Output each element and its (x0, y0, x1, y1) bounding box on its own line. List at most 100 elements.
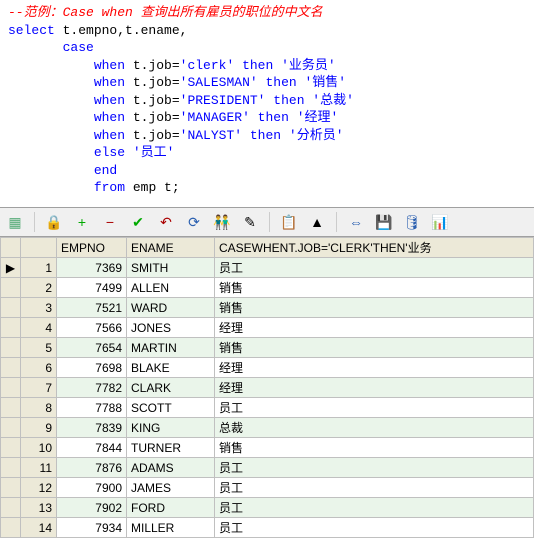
row-marker (1, 298, 21, 318)
add-row-icon[interactable]: + (73, 213, 91, 231)
cell-empno[interactable]: 7369 (57, 258, 127, 278)
lock-icon[interactable]: 🔒 (45, 213, 63, 231)
col-ename[interactable]: ENAME (127, 238, 215, 258)
cell-ename[interactable]: WARD (127, 298, 215, 318)
save-icon[interactable]: 💾 (375, 213, 393, 231)
cell-empno[interactable]: 7876 (57, 458, 127, 478)
cell-role[interactable]: 员工 (215, 458, 534, 478)
grid-options-icon[interactable]: ▦ (6, 213, 24, 231)
table-row[interactable]: 27499ALLEN销售 (1, 278, 534, 298)
cell-role[interactable]: 员工 (215, 398, 534, 418)
delete-row-icon[interactable]: − (101, 213, 119, 231)
cell-empno[interactable]: 7499 (57, 278, 127, 298)
refresh-icon[interactable]: ⟳ (185, 213, 203, 231)
cell-ename[interactable]: TURNER (127, 438, 215, 458)
kw-case: case (63, 40, 94, 55)
cell-ename[interactable]: ALLEN (127, 278, 215, 298)
toolbar-sep (336, 212, 337, 232)
col-empno[interactable]: EMPNO (57, 238, 127, 258)
table-row[interactable]: 117876ADAMS员工 (1, 458, 534, 478)
cell-role[interactable]: 员工 (215, 478, 534, 498)
cell-empno[interactable]: 7839 (57, 418, 127, 438)
cell-ename[interactable]: MARTIN (127, 338, 215, 358)
cell-empno[interactable]: 7844 (57, 438, 127, 458)
cell-role[interactable]: 员工 (215, 258, 534, 278)
cell-role[interactable]: 销售 (215, 278, 534, 298)
col-case[interactable]: CASEWHENT.JOB='CLERK'THEN'业务 (215, 238, 534, 258)
cell-role[interactable]: 总裁 (215, 418, 534, 438)
cell-ename[interactable]: KING (127, 418, 215, 438)
cell-ename[interactable]: MILLER (127, 518, 215, 538)
table-row[interactable]: 107844TURNER销售 (1, 438, 534, 458)
cell-ename[interactable]: JAMES (127, 478, 215, 498)
cell-ename[interactable]: FORD (127, 498, 215, 518)
row-number: 7 (21, 378, 57, 398)
row-number: 12 (21, 478, 57, 498)
row-number: 9 (21, 418, 57, 438)
cell-ename[interactable]: SMITH (127, 258, 215, 278)
cell-empno[interactable]: 7654 (57, 338, 127, 358)
row-marker (1, 378, 21, 398)
link-icon[interactable]: ⇔ (347, 213, 365, 231)
cell-role[interactable]: 销售 (215, 438, 534, 458)
table-row[interactable]: 137902FORD员工 (1, 498, 534, 518)
results-toolbar: ▦ 🔒 + − ✔ ↶ ⟳ 👬 ✎ 📋 ▲ ⇔ 💾 🛢 📊 (0, 207, 534, 237)
cell-ename[interactable]: SCOTT (127, 398, 215, 418)
row-marker: ▶ (1, 258, 21, 278)
cell-empno[interactable]: 7698 (57, 358, 127, 378)
cell-ename[interactable]: ADAMS (127, 458, 215, 478)
row-marker-header (1, 238, 21, 258)
cell-role[interactable]: 经理 (215, 318, 534, 338)
cell-role[interactable]: 员工 (215, 498, 534, 518)
copy-col-icon[interactable]: ✎ (241, 213, 259, 231)
paste-icon[interactable]: 📋 (280, 213, 298, 231)
row-marker (1, 498, 21, 518)
row-marker (1, 358, 21, 378)
table-row[interactable]: 77782CLARK经理 (1, 378, 534, 398)
cell-role[interactable]: 员工 (215, 518, 534, 538)
rollback-icon[interactable]: ↶ (157, 213, 175, 231)
table-row[interactable]: 127900JAMES员工 (1, 478, 534, 498)
cell-role[interactable]: 经理 (215, 378, 534, 398)
row-marker (1, 338, 21, 358)
row-number: 6 (21, 358, 57, 378)
table-row[interactable]: 47566JONES经理 (1, 318, 534, 338)
table-row[interactable]: ▶17369SMITH员工 (1, 258, 534, 278)
cell-empno[interactable]: 7900 (57, 478, 127, 498)
sql-editor[interactable]: --范例：Case when 查询出所有雇员的职位的中文名 select t.e… (0, 0, 534, 207)
find-icon[interactable]: 👬 (213, 213, 231, 231)
cell-empno[interactable]: 7788 (57, 398, 127, 418)
cell-role[interactable]: 销售 (215, 298, 534, 318)
cell-empno[interactable]: 7902 (57, 498, 127, 518)
row-marker (1, 398, 21, 418)
cell-empno[interactable]: 7782 (57, 378, 127, 398)
sql-comment: --范例：Case when 查询出所有雇员的职位的中文名 (8, 5, 323, 20)
export-icon[interactable]: 🛢 (403, 213, 421, 231)
commit-icon[interactable]: ✔ (129, 213, 147, 231)
table-row[interactable]: 87788SCOTT员工 (1, 398, 534, 418)
row-number: 2 (21, 278, 57, 298)
cell-role[interactable]: 销售 (215, 338, 534, 358)
cell-ename[interactable]: CLARK (127, 378, 215, 398)
chart-icon[interactable]: 📊 (431, 213, 449, 231)
filter-icon[interactable]: ▲ (308, 213, 326, 231)
cell-empno[interactable]: 7521 (57, 298, 127, 318)
kw-end: end (94, 163, 117, 178)
cell-ename[interactable]: BLAKE (127, 358, 215, 378)
table-row[interactable]: 37521WARD销售 (1, 298, 534, 318)
row-marker (1, 438, 21, 458)
grid-header-row: EMPNO ENAME CASEWHENT.JOB='CLERK'THEN'业务 (1, 238, 534, 258)
row-number: 10 (21, 438, 57, 458)
table-row[interactable]: 147934MILLER员工 (1, 518, 534, 538)
cell-role[interactable]: 经理 (215, 358, 534, 378)
cell-empno[interactable]: 7566 (57, 318, 127, 338)
results-grid[interactable]: EMPNO ENAME CASEWHENT.JOB='CLERK'THEN'业务… (0, 237, 534, 538)
row-marker (1, 278, 21, 298)
row-number: 1 (21, 258, 57, 278)
table-row[interactable]: 67698BLAKE经理 (1, 358, 534, 378)
cell-empno[interactable]: 7934 (57, 518, 127, 538)
cell-ename[interactable]: JONES (127, 318, 215, 338)
row-number: 14 (21, 518, 57, 538)
table-row[interactable]: 57654MARTIN销售 (1, 338, 534, 358)
table-row[interactable]: 97839KING总裁 (1, 418, 534, 438)
